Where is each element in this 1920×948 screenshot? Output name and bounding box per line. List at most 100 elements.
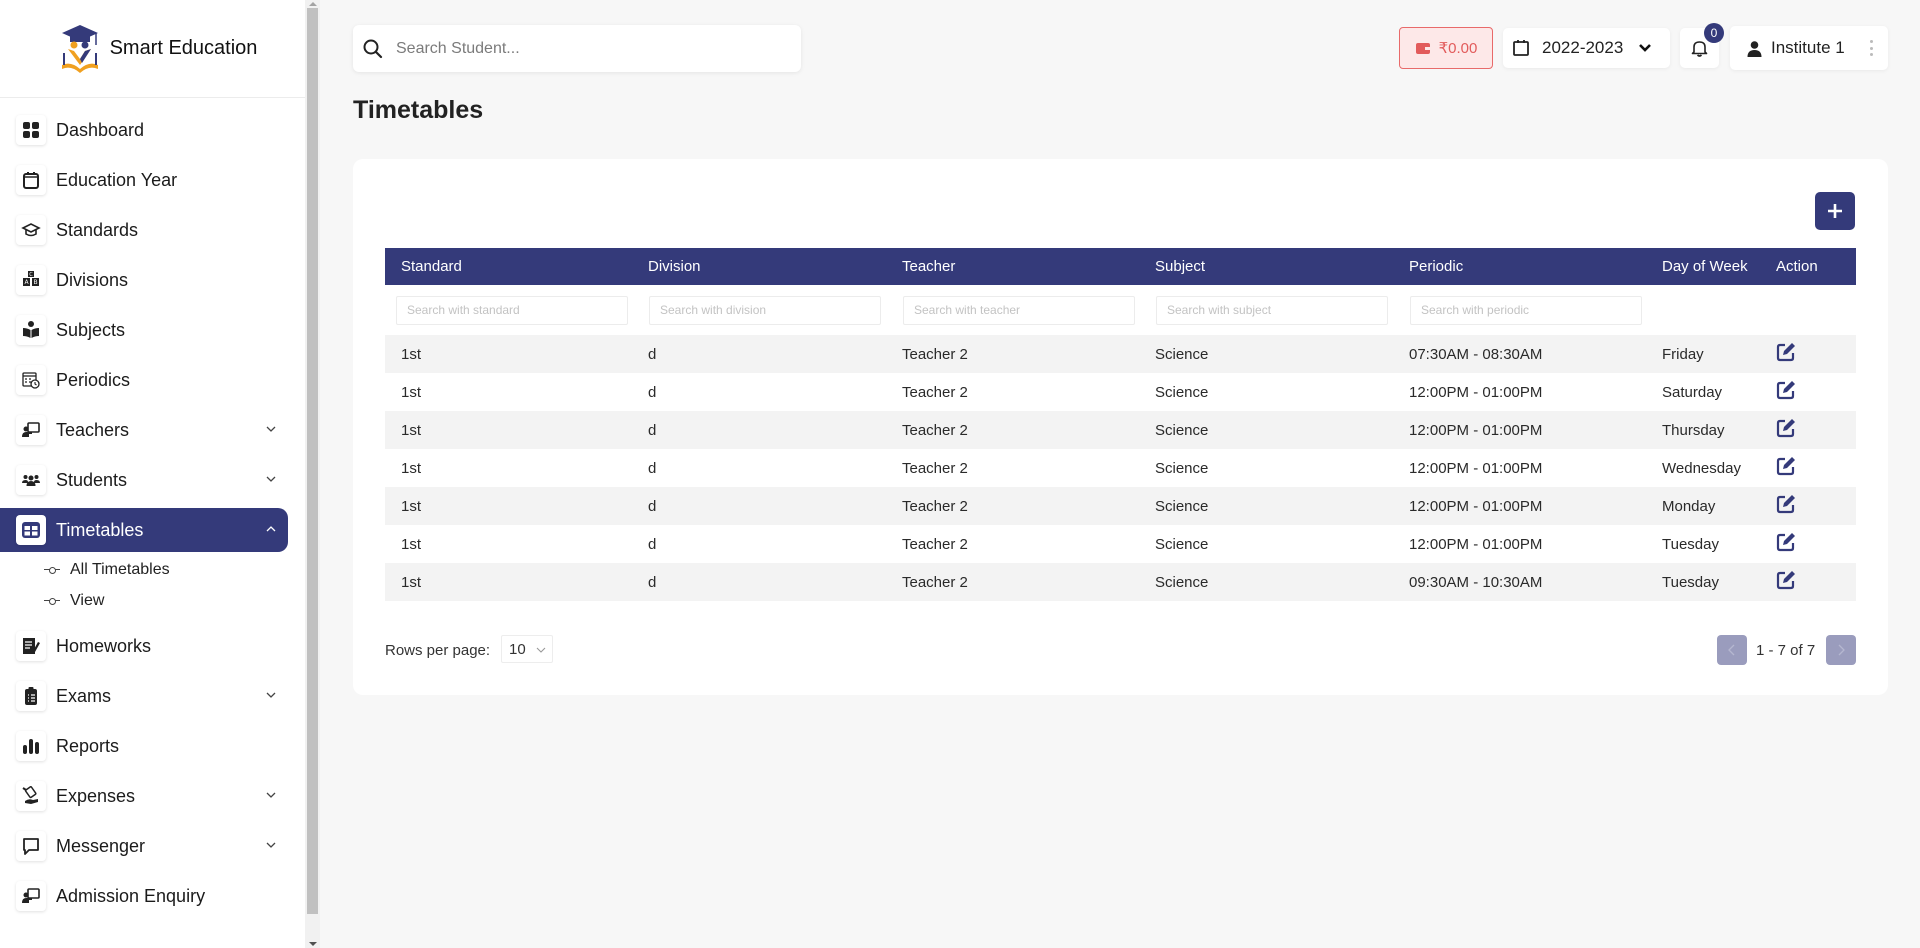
sidebar-item-divisions[interactable]: CAB Divisions [0,258,288,302]
sidebar-item-label: Teachers [56,419,130,440]
add-timetable-button[interactable] [1815,192,1855,230]
cell-subject: Science [1155,497,1209,515]
dashboard-grid-icon [16,115,46,145]
cell-subject: Science [1155,535,1209,553]
abc-blocks-icon: CAB [16,265,46,295]
rows-per-page-select[interactable]: 10 [501,635,553,663]
sidebar-item-timetables[interactable]: Timetables [0,508,288,552]
table-filters [385,285,1856,335]
education-year-value: 2022-2023 [1542,38,1624,57]
sidebar-item-standards[interactable]: Standards [0,208,288,252]
clipboard-list-icon [16,681,46,711]
svg-text:B: B [33,279,37,286]
cell-day: Tuesday [1662,535,1719,553]
chevron-down-icon [266,842,276,848]
cell-day: Thursday [1662,421,1725,439]
sidebar: Smart Education Dashboard Education Year… [0,0,305,948]
notebook-pen-icon [16,631,46,661]
chevron-down-icon [1639,44,1652,52]
timetables-submenu: All Timetables View [0,554,305,616]
scroll-up-arrow-icon[interactable] [309,2,317,6]
cell-teacher: Teacher 2 [902,345,968,363]
column-header-day-of-week[interactable]: Day of Week [1652,258,1776,275]
sidebar-item-label: Divisions [56,269,129,290]
column-header-periodic[interactable]: Periodic [1399,258,1652,275]
sidebar-scrollbar[interactable] [305,0,320,948]
more-vertical-icon[interactable] [1870,40,1874,56]
sidebar-item-expenses[interactable]: Expenses [0,774,288,818]
edit-icon[interactable] [1776,380,1796,400]
filter-standard-input[interactable] [396,295,628,325]
column-header-teacher[interactable]: Teacher [892,258,1145,275]
scrollbar-thumb[interactable] [307,8,318,914]
cell-periodic: 09:30AM - 10:30AM [1409,573,1543,591]
sidebar-item-admission-enquiry[interactable]: Admission Enquiry [0,874,288,918]
chalkboard-teacher-icon [16,881,46,911]
table-header: Standard Division Teacher Subject Period… [385,248,1856,285]
table-row: 1st d Teacher 2 Science 09:30AM - 10:30A… [385,563,1856,601]
next-page-button[interactable] [1826,635,1856,665]
brand-name: Smart Education [109,37,258,59]
wallet-icon [1415,43,1430,54]
edit-icon[interactable] [1776,494,1796,514]
brand[interactable]: Smart Education [0,0,305,98]
calendar-icon [1513,40,1529,56]
sidebar-item-education-year[interactable]: Education Year [0,158,288,202]
sidebar-item-label: Dashboard [56,119,145,140]
chevron-down-icon [266,476,276,482]
sidebar-item-subjects[interactable]: Subjects [0,308,288,352]
chalkboard-teacher-icon [16,415,46,445]
cell-standard: 1st [401,421,422,439]
cell-subject: Science [1155,421,1209,439]
sidebar-item-label: Messenger [56,835,146,856]
filter-subject-input[interactable] [1156,295,1388,325]
cell-standard: 1st [401,535,422,553]
submenu-item-view[interactable]: View [0,585,305,616]
cell-periodic: 07:30AM - 08:30AM [1409,345,1543,363]
column-header-standard[interactable]: Standard [385,258,638,275]
cell-standard: 1st [401,383,422,401]
sidebar-item-homeworks[interactable]: Homeworks [0,624,288,668]
previous-page-button[interactable] [1717,635,1747,665]
sidebar-item-label: Timetables [56,519,144,540]
table-body: 1st d Teacher 2 Science 07:30AM - 08:30A… [385,335,1856,601]
wallet-balance-button[interactable]: ₹0.00 [1399,27,1493,69]
filter-periodic-input[interactable] [1410,295,1642,325]
sidebar-item-label: Subjects [56,319,126,340]
submenu-item-all-timetables[interactable]: All Timetables [0,554,305,585]
edit-icon[interactable] [1776,342,1796,362]
sidebar-item-exams[interactable]: Exams [0,674,288,718]
cell-teacher: Teacher 2 [902,497,968,515]
search-input[interactable] [396,39,776,58]
sidebar-item-teachers[interactable]: Teachers [0,408,288,452]
sidebar-item-periodics[interactable]: Periodics [0,358,288,402]
sidebar-item-label: Admission Enquiry [56,885,206,906]
edit-icon[interactable] [1776,418,1796,438]
sidebar-item-students[interactable]: Students [0,458,288,502]
table-row: 1st d Teacher 2 Science 12:00PM - 01:00P… [385,487,1856,525]
education-year-select[interactable]: 2022-2023 [1503,28,1670,68]
chevron-down-icon [266,692,276,698]
student-search[interactable] [353,25,801,72]
profile-menu[interactable]: Institute 1 [1730,26,1888,70]
column-header-division[interactable]: Division [638,258,892,275]
sidebar-item-messenger[interactable]: Messenger [0,824,288,868]
page-title: Timetables [353,96,484,124]
table-row: 1st d Teacher 2 Science 12:00PM - 01:00P… [385,373,1856,411]
edit-icon[interactable] [1776,532,1796,552]
sidebar-item-dashboard[interactable]: Dashboard [0,108,288,152]
bell-icon [1691,40,1708,57]
cell-teacher: Teacher 2 [902,421,968,439]
scroll-down-arrow-icon[interactable] [309,942,317,946]
edit-icon[interactable] [1776,456,1796,476]
filter-teacher-input[interactable] [903,295,1135,325]
cell-division: d [648,535,657,553]
column-header-subject[interactable]: Subject [1145,258,1399,275]
sidebar-item-label: Homeworks [56,635,152,656]
edit-icon[interactable] [1776,570,1796,590]
cell-standard: 1st [401,573,422,591]
table-row: 1st d Teacher 2 Science 12:00PM - 01:00P… [385,411,1856,449]
sidebar-item-reports[interactable]: Reports [0,724,288,768]
filter-division-input[interactable] [649,295,881,325]
cell-day: Wednesday [1662,459,1741,477]
